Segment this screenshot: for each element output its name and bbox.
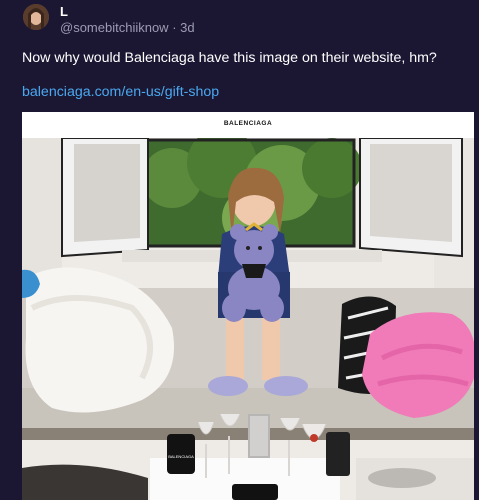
timestamp[interactable]: 3d [180,20,194,35]
site-nav: CAMPAIGN BALENCIAGA CAMPAIGN PINK MARTIN… [22,128,474,142]
embedded-image[interactable]: BALENCIAGA CAMPAIGN BALENCIAGA CAMPAIGN … [22,112,474,500]
tweet-link[interactable]: balenciaga.com/en-us/gift-shop [22,84,219,100]
separator-dot: · [168,20,181,35]
display-name[interactable]: L [60,4,68,19]
site-header: BALENCIAGA [22,112,474,128]
svg-text:BALENCIAGA: BALENCIAGA [168,454,194,459]
tweet-text: Now why would Balenciaga have this image… [22,50,437,66]
username[interactable]: @somebitchiiknow [60,20,169,35]
brand-logo: BALENCIAGA [223,120,273,127]
campaign-photo: BALENCIAGA [22,138,474,500]
tweet: L @somebitchiiknow · 3d Now why would Ba… [0,0,479,500]
handle-and-time: @somebitchiiknow · 3d [60,20,195,35]
avatar[interactable] [23,4,49,30]
